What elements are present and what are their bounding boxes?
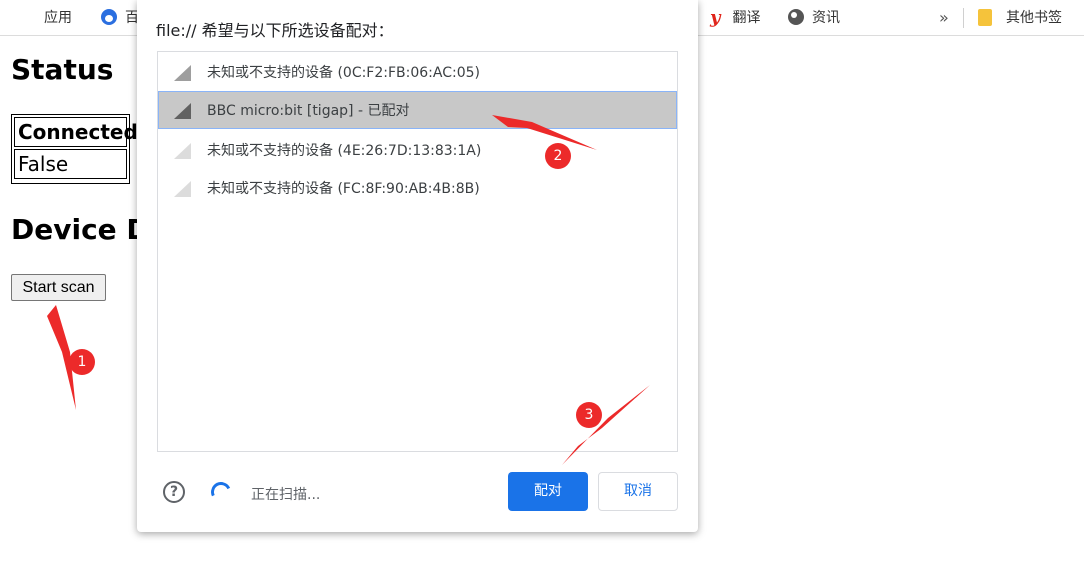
- bookmark-translate[interactable]: y 翻译: [710, 0, 760, 34]
- bookmark-apps-label: 应用: [44, 10, 72, 26]
- bookmark-apps[interactable]: 应用: [20, 0, 72, 34]
- apps-grid-icon: [20, 9, 36, 25]
- signal-strength-icon: [174, 103, 191, 119]
- device-name: BBC micro:bit [tigap] - 已配对: [207, 103, 410, 119]
- folder-icon: [978, 8, 992, 26]
- bookmarks-overflow-button[interactable]: »: [939, 0, 949, 34]
- globe-icon: [788, 9, 804, 25]
- bookmark-news[interactable]: 资讯: [788, 0, 840, 34]
- cancel-button[interactable]: 取消: [598, 472, 678, 511]
- bookmark-news-label: 资讯: [812, 10, 840, 26]
- scanning-status-text: 正在扫描...: [251, 487, 321, 503]
- signal-strength-icon: [174, 143, 191, 159]
- device-heading: Device D: [11, 213, 150, 246]
- status-table: Connected False: [11, 114, 138, 184]
- bookmark-other-folder[interactable]: 其他书签: [978, 0, 1062, 34]
- status-heading: Status: [11, 53, 114, 86]
- bookmarks-divider: [963, 8, 964, 28]
- loading-spinner-icon: [208, 479, 234, 505]
- bluetooth-pair-dialog: file:// 希望与以下所选设备配对： 未知或不支持的设备 (0C:F2:FB…: [137, 0, 698, 532]
- start-scan-button[interactable]: Start scan: [11, 274, 106, 301]
- bookmark-baidu[interactable]: 百: [101, 0, 139, 34]
- device-item[interactable]: 未知或不支持的设备 (0C:F2:FB:06:AC:05): [158, 53, 677, 91]
- youdao-icon: y: [710, 6, 721, 28]
- device-list[interactable]: 未知或不支持的设备 (0C:F2:FB:06:AC:05) BBC micro:…: [157, 51, 678, 452]
- bookmark-translate-label: 翻译: [732, 10, 761, 26]
- help-icon[interactable]: ?: [163, 481, 185, 503]
- status-table-header: Connected: [14, 117, 138, 147]
- baidu-paw-icon: [101, 9, 117, 25]
- pair-button[interactable]: 配对: [508, 472, 588, 511]
- step-badge-2: 2: [545, 143, 571, 169]
- device-item[interactable]: 未知或不支持的设备 (4E:26:7D:13:83:1A): [158, 131, 677, 169]
- step-badge-1: 1: [69, 349, 95, 375]
- device-item[interactable]: 未知或不支持的设备 (FC:8F:90:AB:4B:8B): [158, 169, 677, 207]
- device-item-selected[interactable]: BBC micro:bit [tigap] - 已配对: [158, 91, 677, 129]
- signal-strength-icon: [174, 181, 191, 197]
- signal-strength-icon: [174, 65, 191, 81]
- device-name: 未知或不支持的设备 (FC:8F:90:AB:4B:8B): [207, 181, 480, 197]
- bookmark-other-label: 其他书签: [1006, 10, 1062, 26]
- device-name: 未知或不支持的设备 (0C:F2:FB:06:AC:05): [207, 65, 480, 81]
- chevron-double-right-icon: »: [939, 7, 949, 27]
- status-table-value: False: [14, 149, 127, 179]
- dialog-title: file:// 希望与以下所选设备配对：: [156, 21, 394, 40]
- device-name: 未知或不支持的设备 (4E:26:7D:13:83:1A): [207, 143, 482, 159]
- step-badge-3: 3: [576, 402, 602, 428]
